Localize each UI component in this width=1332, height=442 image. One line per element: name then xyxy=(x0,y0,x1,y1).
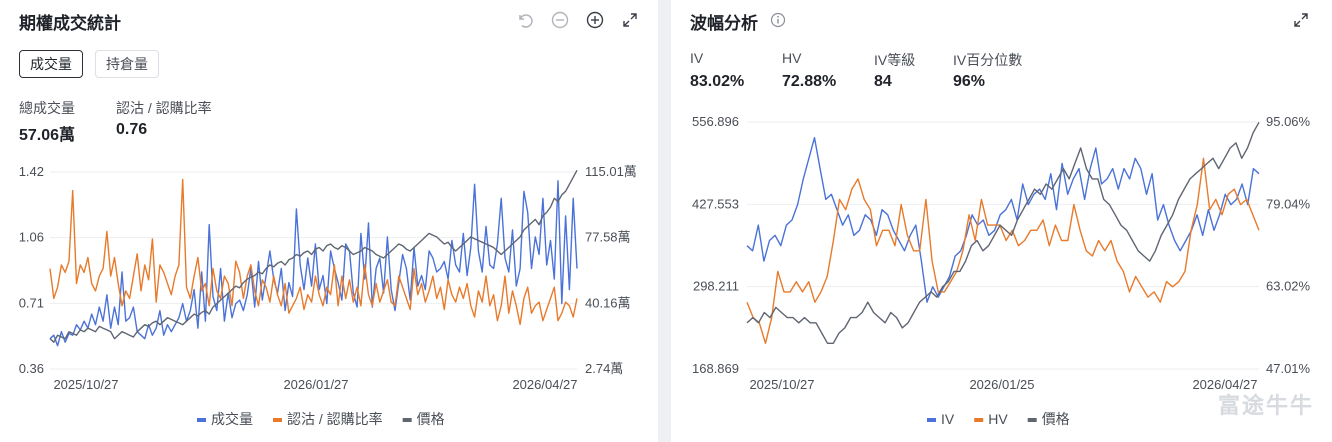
legend-swatch xyxy=(197,418,206,422)
iv-rank-label: IV等級 xyxy=(874,52,916,68)
hv-value: 72.88% xyxy=(782,73,837,90)
zoom-in-icon[interactable] xyxy=(584,9,606,31)
put-call-ratio-value: 0.76 xyxy=(116,121,148,138)
watermark: 富途牛牛 xyxy=(1217,393,1314,418)
iv-value: 83.02% xyxy=(690,73,745,90)
legend-label: HV xyxy=(988,411,1008,427)
right-axis-tick-label: 40.16萬 xyxy=(585,295,631,310)
series-line-2 xyxy=(49,169,578,343)
tab-open-interest[interactable]: 持倉量 xyxy=(95,50,159,78)
legend-swatch xyxy=(974,418,984,422)
x-axis-tick-label: 2025/10/27 xyxy=(749,377,814,392)
iv-percentile-label: IV百分位數 xyxy=(953,52,1023,68)
hv-label: HV xyxy=(782,50,802,66)
legend-swatch xyxy=(1027,418,1037,422)
total-volume-value: 57.06萬 xyxy=(19,127,76,144)
iv-label: IV xyxy=(690,50,704,66)
volume-panel: 期權成交統計 成交量 持倉量 總成交量 57.06萬 認沽 / 認購比率 0.7… xyxy=(0,0,658,442)
right-axis-tick-label: 77.58萬 xyxy=(585,230,631,245)
volatility-panel-title: 波幅分析 xyxy=(690,14,758,33)
expand-icon[interactable] xyxy=(1290,9,1312,31)
legend-swatch xyxy=(927,418,936,422)
left-axis-tick-label: 1.42 xyxy=(19,164,44,179)
iv-percentile-value: 96% xyxy=(953,73,986,90)
legend-label: IV xyxy=(941,411,955,427)
left-axis-tick-label: 298.211 xyxy=(693,279,739,294)
left-axis-tick-label: 427.553 xyxy=(692,196,739,211)
right-axis-tick-label: 115.01萬 xyxy=(585,164,637,179)
left-axis-tick-label: 0.71 xyxy=(19,295,44,310)
zoom-out-icon[interactable] xyxy=(549,9,571,31)
reset-icon[interactable] xyxy=(513,9,535,31)
series-line-0 xyxy=(49,180,578,347)
series-line-0 xyxy=(746,136,1260,303)
legend-label: 價格 xyxy=(1042,411,1070,427)
right-axis-tick-label: 79.04% xyxy=(1266,196,1311,211)
left-axis-tick-label: 1.06 xyxy=(19,230,44,245)
info-icon[interactable] xyxy=(767,9,789,31)
legend-label: 成交量 xyxy=(211,411,253,427)
x-axis-tick-label: 2025/10/27 xyxy=(53,377,118,392)
legend-swatch xyxy=(402,418,412,422)
legend-swatch xyxy=(273,418,282,422)
right-axis-tick-label: 63.02% xyxy=(1266,279,1311,294)
right-axis-tick-label: 47.01% xyxy=(1266,361,1311,376)
series-line-2 xyxy=(746,121,1260,344)
left-axis-tick-label: 556.896 xyxy=(692,114,739,129)
expand-icon[interactable] xyxy=(619,9,641,31)
iv-rank-value: 84 xyxy=(874,73,892,90)
right-axis-tick-label: 95.06% xyxy=(1266,114,1311,129)
total-volume-label: 總成交量 xyxy=(19,100,75,116)
legend-label: 認沽 / 認購比率 xyxy=(287,411,383,427)
put-call-ratio-label: 認沽 / 認購比率 xyxy=(116,100,212,116)
left-axis-tick-label: 0.36 xyxy=(19,361,44,376)
x-axis-tick-label: 2026/01/27 xyxy=(283,377,348,392)
series-line-1 xyxy=(746,157,1260,344)
x-axis-tick-label: 2026/01/25 xyxy=(969,377,1034,392)
volume-panel-title: 期權成交統計 xyxy=(19,14,121,33)
legend-label: 價格 xyxy=(417,411,445,427)
series-line-1 xyxy=(49,178,578,326)
left-axis-tick-label: 168.869 xyxy=(692,361,739,376)
right-axis-tick-label: 2.74萬 xyxy=(585,361,623,376)
tab-volume[interactable]: 成交量 xyxy=(19,50,83,78)
x-axis-tick-label: 2026/04/27 xyxy=(512,377,577,392)
volatility-panel: 波幅分析 IV 83.02% HV 72.88% IV等級 84 IV百分位數 … xyxy=(671,0,1332,442)
